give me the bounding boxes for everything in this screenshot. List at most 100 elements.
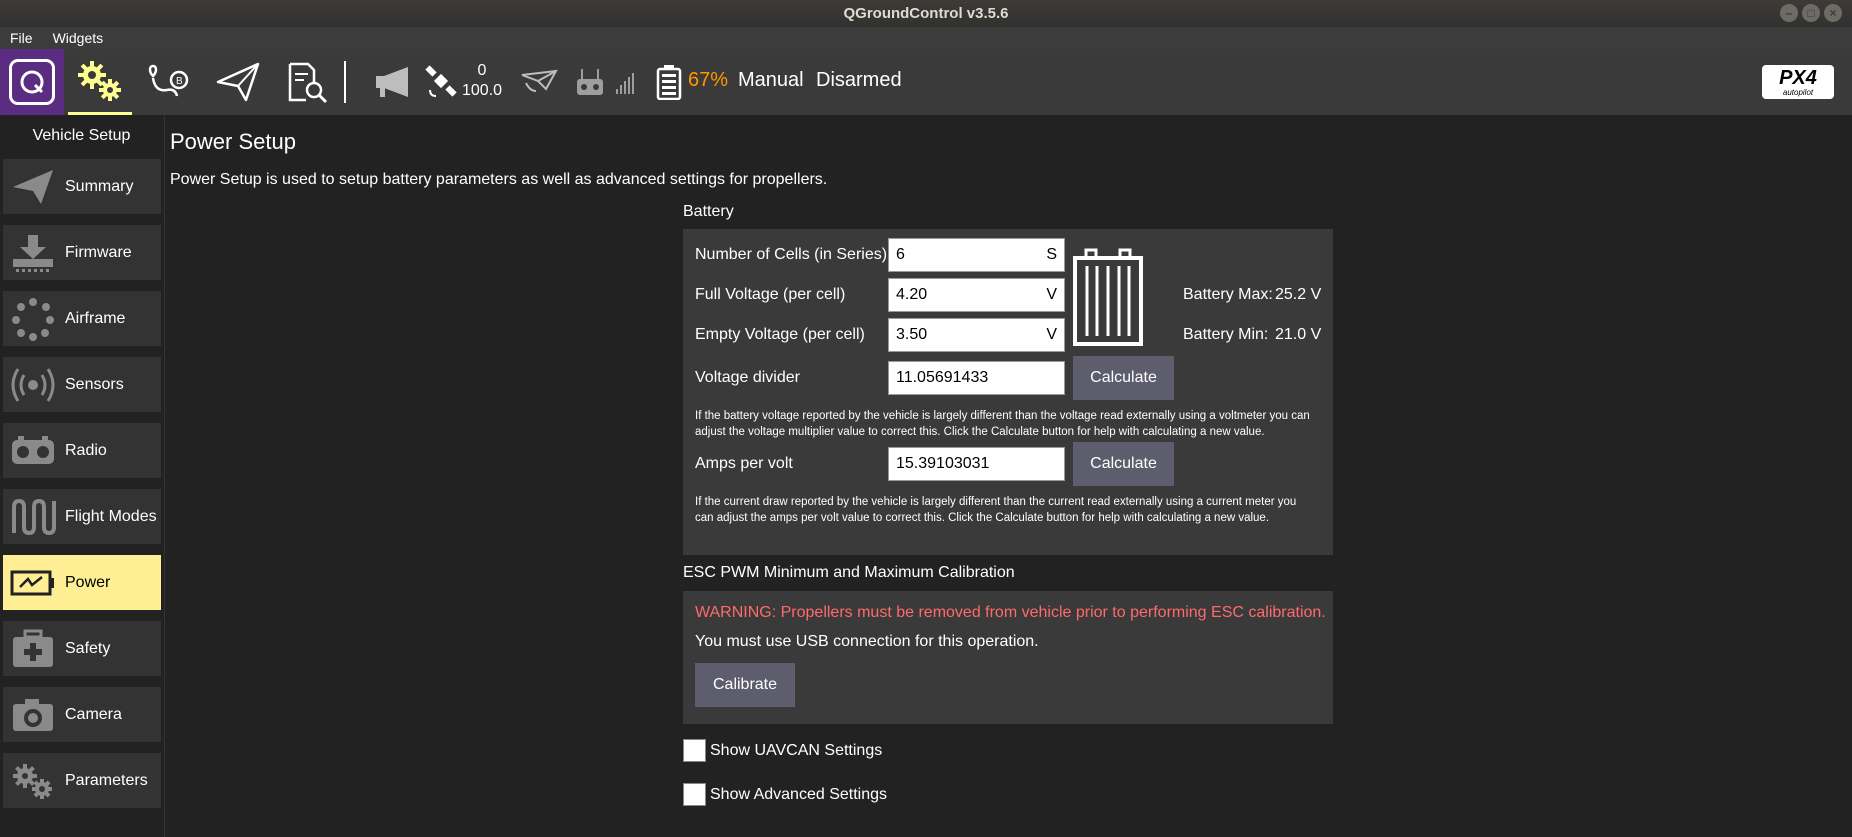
menu-file[interactable]: File [0, 30, 43, 46]
sidebar-item-power[interactable]: Power [3, 555, 161, 610]
show-advanced-label: Show Advanced Settings [710, 785, 888, 803]
gps-readout: 0 100.0 [462, 61, 502, 101]
sidebar-title: Vehicle Setup [32, 127, 131, 144]
gears-icon [78, 60, 121, 101]
rc-rssi-indicator[interactable] [576, 49, 638, 115]
paper-plane-icon [13, 169, 53, 204]
calculate-amps-button[interactable]: Calculate [1073, 442, 1174, 486]
battery-percent: 67% [688, 69, 729, 91]
empty-voltage-value: 3.50 [896, 326, 928, 343]
calculate-voltage-button[interactable]: Calculate [1073, 356, 1174, 400]
sidebar-item-label: Sensors [65, 375, 124, 393]
usb-note: You must use USB connection for this ope… [695, 633, 1039, 650]
full-voltage-unit: V [1046, 286, 1057, 303]
close-icon[interactable]: × [1824, 4, 1842, 22]
analyze-document-icon [288, 62, 328, 104]
sidebar-item-sensors[interactable]: Sensors [3, 357, 161, 412]
battery-icon [10, 570, 54, 595]
show-advanced-checkbox[interactable] [683, 783, 706, 806]
window-titlebar: QGroundControl v3.5.6 – □ × [0, 0, 1852, 27]
sidebar-item-label: Parameters [65, 771, 148, 789]
download-icon [13, 234, 53, 272]
sidebar-item-flight-modes[interactable]: Flight Modes [3, 489, 161, 544]
page-title: Power Setup [170, 129, 296, 154]
voltage-divider-help-line: If the battery voltage reported by the v… [695, 410, 1310, 422]
empty-voltage-unit: V [1046, 326, 1057, 343]
megaphone-icon [376, 67, 408, 97]
esc-warning: WARNING: Propellers must be removed from… [695, 604, 1326, 621]
page-description: Power Setup is used to setup battery par… [170, 171, 828, 188]
battery-graphic-icon [1073, 248, 1143, 346]
amps-per-volt-help-line: can adjust the amps per volt value to co… [695, 512, 1270, 524]
cells-input[interactable]: 6 S [888, 238, 1065, 272]
qgc-logo-icon [9, 59, 55, 105]
gps-indicator[interactable] [424, 49, 460, 115]
power-setup-page: Power Setup Power Setup is used to setup… [170, 115, 1852, 837]
sidebar-item-radio[interactable]: Radio [3, 423, 161, 478]
show-advanced-row[interactable]: Show Advanced Settings [683, 783, 887, 806]
paper-plane-icon [216, 62, 260, 102]
menubar: File Widgets [0, 27, 1852, 49]
satellite-icon [425, 65, 457, 97]
plan-button[interactable]: B [136, 49, 200, 115]
battery-max-value: 25.2 V [1275, 286, 1322, 303]
px4-logo-subtext: autopilot [1782, 87, 1814, 97]
sidebar-item-label: Firmware [65, 243, 132, 261]
qgc-logo-button[interactable] [0, 49, 64, 115]
maximize-icon[interactable]: □ [1802, 4, 1820, 22]
voltage-divider-help: If the battery voltage reported by the v… [695, 408, 1327, 440]
calibrate-esc-button[interactable]: Calibrate [695, 663, 795, 707]
svg-text:B: B [176, 76, 183, 87]
sensors-icon [11, 367, 55, 402]
esc-panel: WARNING: Propellers must be removed from… [683, 591, 1333, 724]
first-aid-icon [13, 629, 53, 667]
sidebar-item-label: Airframe [65, 309, 126, 327]
show-uavcan-checkbox[interactable] [683, 739, 706, 762]
show-uavcan-row[interactable]: Show UAVCAN Settings [683, 739, 882, 762]
sidebar-item-safety[interactable]: Safety [3, 621, 161, 676]
camera-icon [13, 698, 53, 731]
sidebar-item-airframe[interactable]: Airframe [3, 291, 161, 346]
sidebar-item-parameters[interactable]: Parameters [3, 753, 161, 808]
plan-route-icon: B [148, 64, 189, 97]
px4-logo-text: PX4 [1779, 66, 1817, 89]
battery-panel: Number of Cells (in Series) 6 S Full Vol… [683, 229, 1333, 555]
fly-button[interactable] [206, 49, 270, 115]
sidebar-item-summary[interactable]: Summary [3, 159, 161, 214]
sidebar-item-label: Power [65, 573, 111, 591]
gears-icon [13, 763, 52, 799]
gps-satellite-count: 0 [477, 62, 487, 79]
battery-indicator[interactable] [656, 49, 682, 115]
voltage-divider-label: Voltage divider [695, 369, 800, 386]
full-voltage-label: Full Voltage (per cell) [695, 286, 846, 303]
voltage-divider-input[interactable]: 11.05691433 [888, 361, 1065, 395]
amps-per-volt-help-line: If the current draw reported by the vehi… [695, 496, 1297, 508]
battery-section-label: Battery [683, 203, 734, 220]
analyze-button[interactable] [274, 49, 338, 115]
sidebar-item-label: Camera [65, 705, 122, 723]
vehicle-setup-button[interactable] [68, 49, 132, 115]
messages-indicator[interactable] [374, 49, 414, 115]
amps-per-volt-input[interactable]: 15.39103031 [888, 447, 1065, 481]
plane-signal-icon [521, 69, 558, 92]
airframe-icon [12, 297, 54, 341]
menu-widgets[interactable]: Widgets [43, 30, 114, 46]
voltage-divider-help-line: adjust the voltage multiplier value to c… [695, 426, 1265, 438]
full-voltage-value: 4.20 [896, 286, 928, 303]
full-voltage-input[interactable]: 4.20 V [888, 278, 1065, 312]
arm-state[interactable]: Disarmed [816, 69, 902, 92]
sidebar-item-camera[interactable]: Camera [3, 687, 161, 742]
battery-min-value: 21.0 V [1275, 326, 1322, 343]
vtol-indicator[interactable] [520, 49, 560, 115]
gps-hdop: 100.0 [462, 82, 503, 99]
sidebar-item-label: Flight Modes [65, 507, 157, 525]
flight-mode-selector[interactable]: Manual [738, 69, 804, 92]
cells-label: Number of Cells (in Series) [695, 246, 888, 263]
px4-logo: PX4 autopilot [1762, 65, 1834, 99]
minimize-icon[interactable]: – [1780, 4, 1798, 22]
empty-voltage-input[interactable]: 3.50 V [888, 318, 1065, 352]
esc-section-label: ESC PWM Minimum and Maximum Calibration [683, 564, 1015, 581]
sidebar-item-firmware[interactable]: Firmware [3, 225, 161, 280]
battery-max-label: Battery Max: [1183, 286, 1273, 303]
show-uavcan-label: Show UAVCAN Settings [710, 741, 883, 759]
